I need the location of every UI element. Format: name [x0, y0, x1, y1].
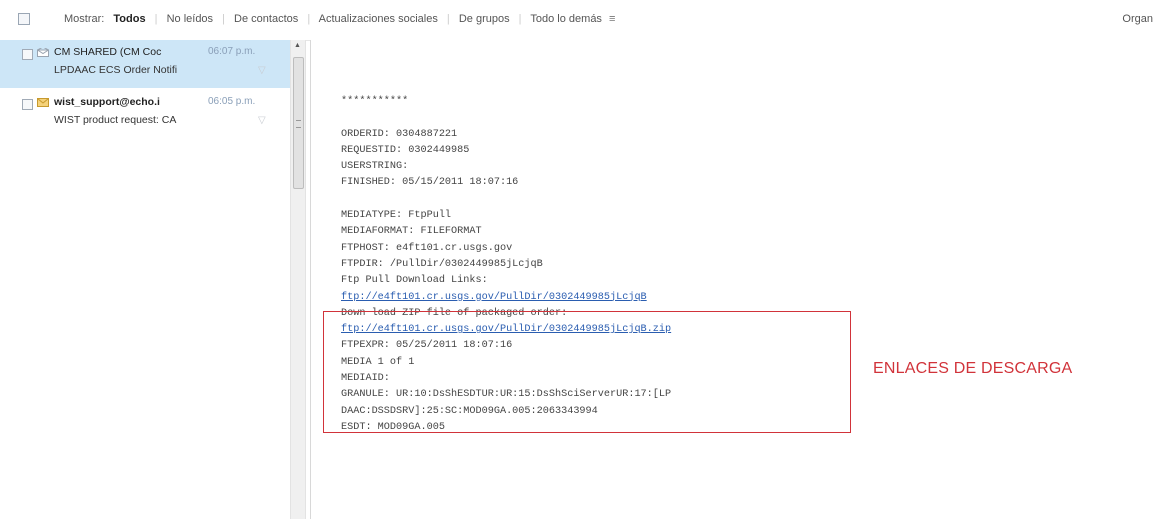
- filter-social-updates[interactable]: Actualizaciones sociales: [319, 13, 438, 25]
- email-body-line: REQUESTID: 0302449985: [341, 144, 470, 156]
- separator: |: [446, 13, 450, 25]
- email-body-line: ORDERID: 0304887221: [341, 128, 458, 140]
- separator: |: [222, 13, 225, 25]
- message-list: CM SHARED (CM Coc 06:07 p.m. LPDAAC ECS …: [0, 40, 290, 519]
- message-list-scrollbar[interactable]: ▲: [290, 40, 306, 519]
- email-body-line: Ftp Pull Download Links:: [341, 275, 488, 287]
- email-link-line[interactable]: ftp://e4ft101.cr.usgs.gov/PullDir/030244…: [341, 290, 671, 306]
- filter-groups[interactable]: De grupos: [459, 13, 510, 25]
- show-label: Mostrar:: [64, 13, 105, 25]
- grip-icon: [296, 120, 301, 128]
- email-body-line: FTPHOST: e4ft101.cr.usgs.gov: [341, 242, 513, 254]
- separator: |: [154, 13, 158, 25]
- message-subject: WIST product request: CA: [54, 114, 177, 126]
- filter-bar: Mostrar: Todos | No leídos | De contacto…: [0, 0, 1153, 41]
- message-sender: wist_support@echo.i: [54, 96, 160, 108]
- email-body-line: MEDIATYPE: FtpPull: [341, 210, 452, 222]
- message-time: 06:05 p.m.: [208, 96, 256, 107]
- email-body-line: [341, 110, 671, 126]
- separator: |: [518, 13, 522, 25]
- filter-all[interactable]: Todos: [113, 13, 145, 25]
- read-envelope-icon: [37, 48, 49, 57]
- message-checkbox[interactable]: [22, 49, 33, 60]
- flag-icon[interactable]: ▽: [258, 65, 266, 76]
- message-time: 06:07 p.m.: [208, 46, 256, 57]
- more-filters-icon[interactable]: ≡: [609, 13, 615, 25]
- email-body-line: FINISHED: 05/15/2011 18:07:16: [341, 177, 519, 189]
- reading-pane: *********** ORDERID: 0304887221 REQUESTID:…: [311, 40, 1153, 519]
- download-links-highlight: [323, 311, 851, 433]
- email-body-line: USERSTRING:: [341, 161, 409, 173]
- filter-unread[interactable]: No leídos: [167, 13, 213, 25]
- download-links-annotation: ENLACES DE DESCARGA: [873, 360, 1073, 377]
- message-sender: CM SHARED (CM Coc: [54, 46, 162, 58]
- message-row[interactable]: CM SHARED (CM Coc 06:07 p.m. LPDAAC ECS …: [0, 40, 290, 88]
- scroll-up-arrow-icon[interactable]: ▲: [293, 42, 302, 54]
- email-body-line: FTPDIR: /PullDir/0302449985jLcjqB: [341, 258, 543, 270]
- organize-menu[interactable]: Organ: [1122, 13, 1153, 25]
- filter-items: Mostrar: Todos | No leídos | De contacto…: [64, 13, 615, 25]
- download-link[interactable]: ftp://e4ft101.cr.usgs.gov/PullDir/030244…: [341, 292, 647, 303]
- flag-icon[interactable]: ▽: [258, 115, 266, 126]
- filter-contacts[interactable]: De contactos: [234, 13, 298, 25]
- scrollbar-thumb[interactable]: [293, 57, 304, 189]
- message-subject: LPDAAC ECS Order Notifi: [54, 64, 178, 76]
- filter-everything-else[interactable]: Todo lo demás: [530, 13, 602, 25]
- separator: |: [307, 13, 311, 25]
- email-body-line: [341, 192, 671, 208]
- email-body-line: ***********: [341, 96, 409, 107]
- message-row[interactable]: wist_support@echo.i 06:05 p.m. WIST prod…: [0, 90, 290, 138]
- email-body-line: MEDIAFORMAT: FILEFORMAT: [341, 226, 482, 238]
- unread-envelope-icon: [37, 98, 49, 107]
- message-checkbox[interactable]: [22, 99, 33, 110]
- select-all-checkbox[interactable]: [18, 13, 30, 25]
